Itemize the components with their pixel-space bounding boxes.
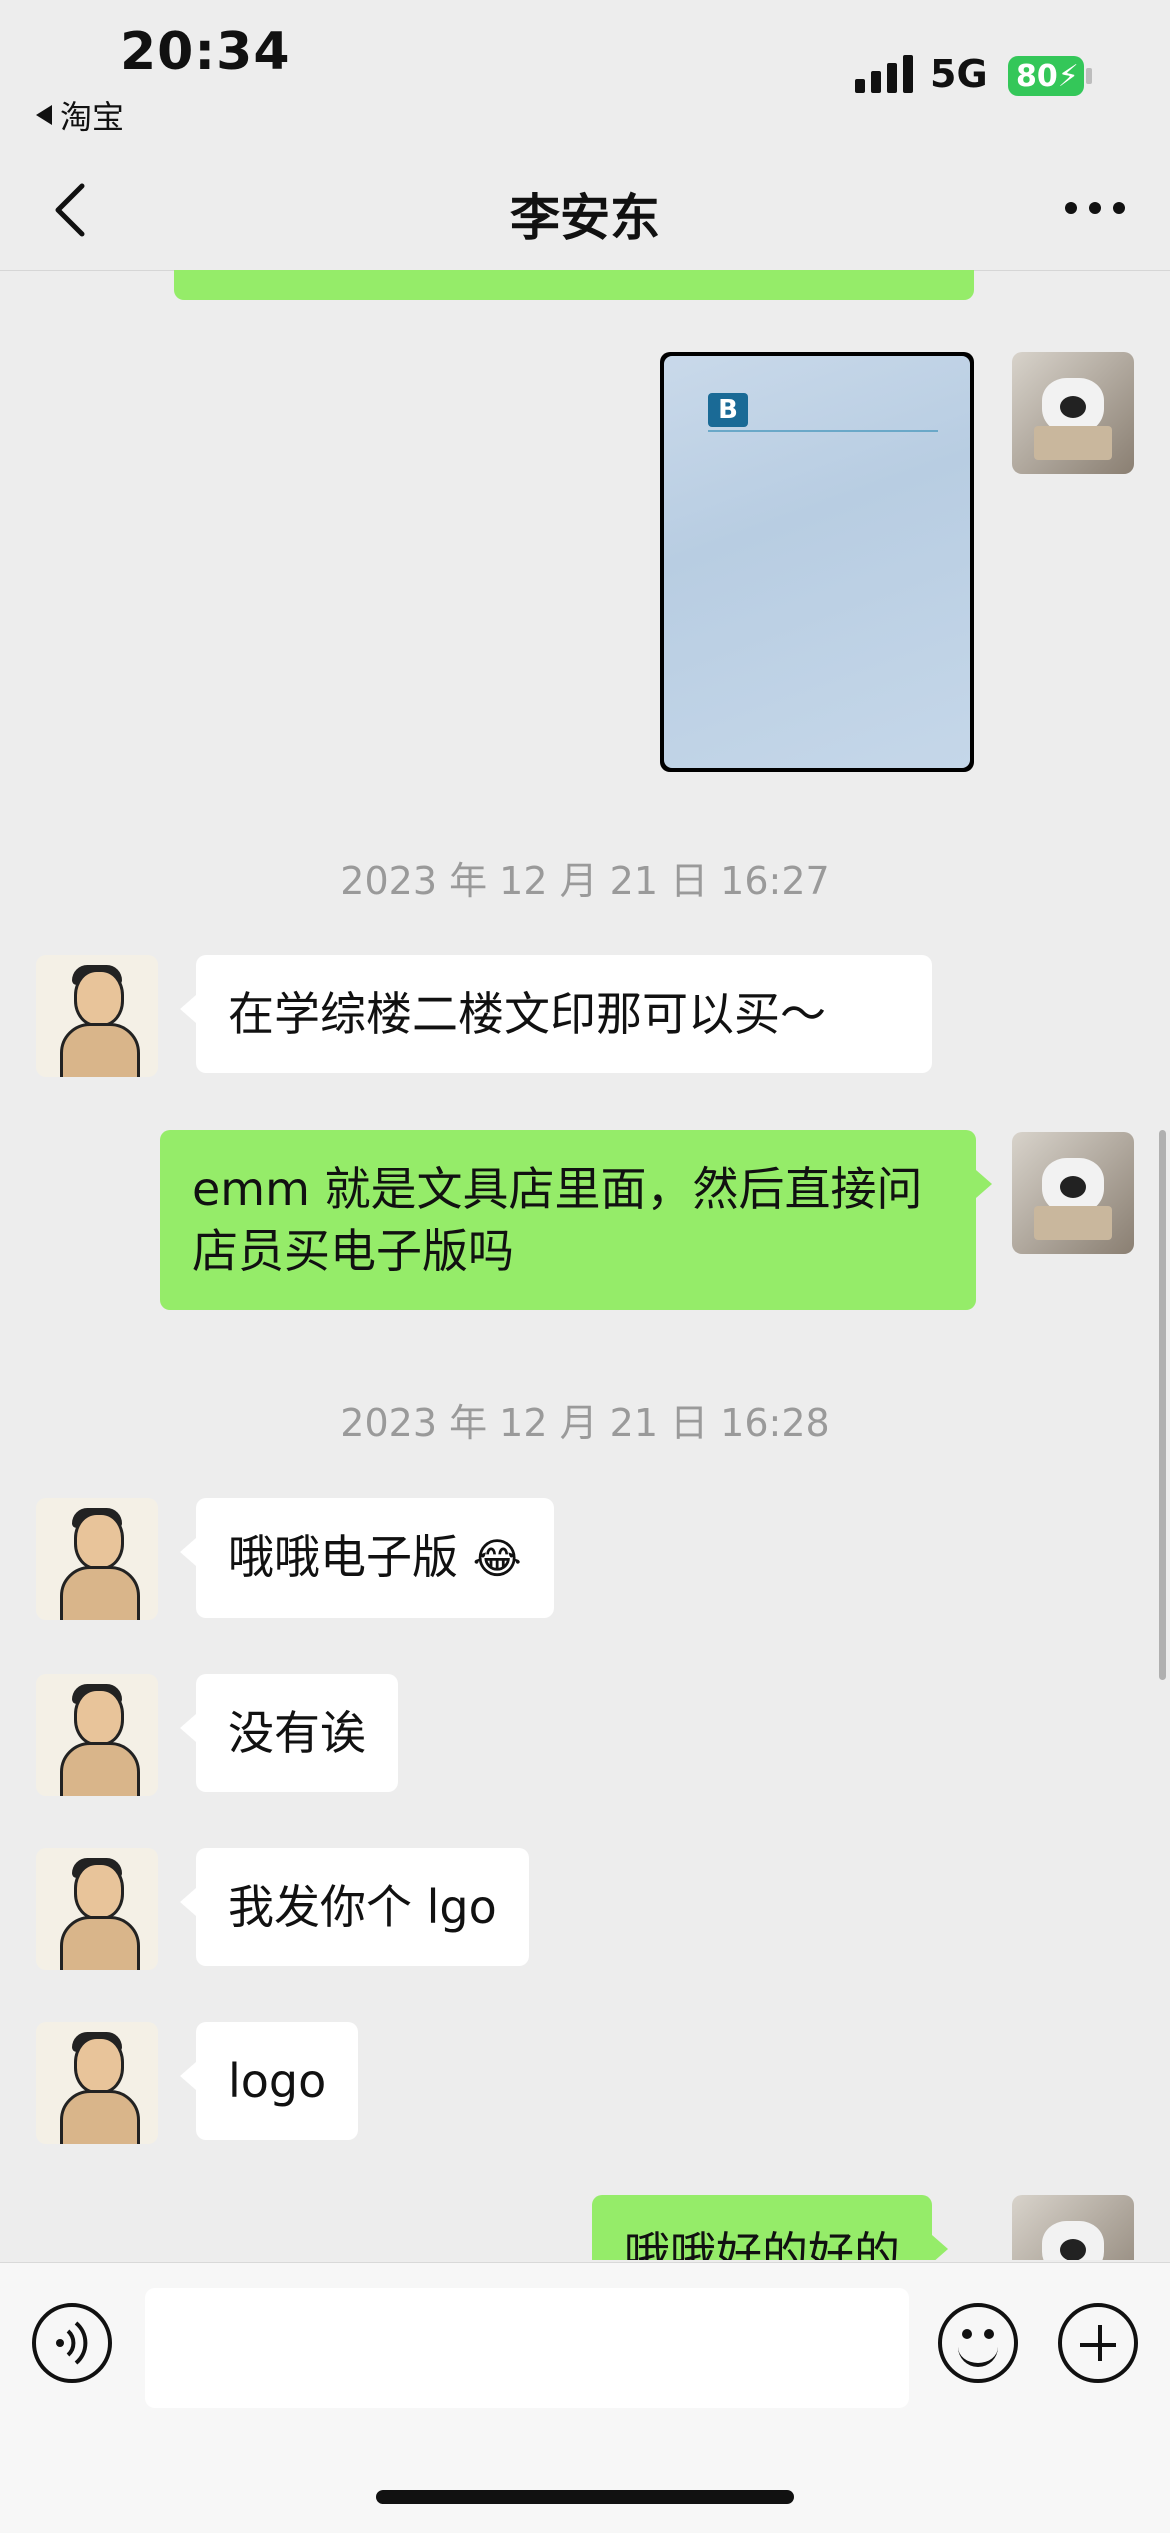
message-input[interactable] bbox=[145, 2288, 909, 2408]
avatar-peer[interactable] bbox=[36, 2022, 158, 2144]
battery-level: 80 bbox=[1016, 58, 1058, 94]
back-to-app-link[interactable]: 淘宝 bbox=[36, 92, 124, 138]
avatar-peer[interactable] bbox=[36, 955, 158, 1077]
sent-message[interactable]: 哦哦好的好的 bbox=[592, 2195, 948, 2260]
message-timestamp: 2023 年 12 月 21 日 16:27 bbox=[340, 859, 830, 903]
sent-message[interactable]: emm 就是文具店里面，然后直接问店员买电子版吗 bbox=[160, 1130, 992, 1310]
avatar-self[interactable] bbox=[1012, 2195, 1134, 2260]
status-time: 20:34 bbox=[120, 22, 291, 82]
status-bar: 20:34 淘宝 5G 80 ⚡ bbox=[0, 0, 1170, 150]
avatar-peer[interactable] bbox=[36, 1848, 158, 1970]
avatar-peer[interactable] bbox=[36, 1674, 158, 1796]
chat-title: 李安东 bbox=[510, 189, 660, 247]
sent-image-message[interactable]: B bbox=[660, 352, 974, 772]
battery-icon: 80 ⚡ bbox=[1008, 56, 1092, 96]
laughing-emoji-icon: 😂 bbox=[472, 1534, 522, 1583]
received-message[interactable]: 哦哦电子版 😂 bbox=[180, 1498, 554, 1618]
scrollbar-thumb[interactable] bbox=[1159, 1130, 1166, 1680]
university-logo-icon: B bbox=[708, 390, 938, 432]
more-icon bbox=[1065, 202, 1077, 214]
voice-icon bbox=[56, 2321, 88, 2365]
avatar-peer[interactable] bbox=[36, 1498, 158, 1620]
network-label: 5G bbox=[930, 52, 988, 96]
emoji-button[interactable] bbox=[938, 2303, 1018, 2383]
message-text: 哦哦电子版 bbox=[228, 1530, 458, 1584]
more-actions-button[interactable] bbox=[1058, 2303, 1138, 2383]
avatar-self[interactable] bbox=[1012, 352, 1134, 474]
home-indicator[interactable] bbox=[376, 2490, 794, 2504]
back-app-label: 淘宝 bbox=[60, 98, 125, 136]
chat-header: 李安东 bbox=[0, 150, 1170, 271]
received-message[interactable]: logo bbox=[179, 2022, 359, 2140]
received-message[interactable]: 我发你个 lgo bbox=[180, 1848, 529, 1966]
received-message[interactable]: 在学综楼二楼文印那可以买～ bbox=[180, 955, 932, 1073]
message-timestamp: 2023 年 12 月 21 日 16:28 bbox=[340, 1401, 830, 1445]
image-paper: B bbox=[664, 356, 970, 768]
voice-button[interactable] bbox=[32, 2303, 112, 2383]
signal-icon bbox=[855, 55, 913, 93]
back-triangle-icon bbox=[36, 105, 52, 125]
more-button[interactable] bbox=[1065, 202, 1125, 214]
emoji-icon bbox=[958, 2343, 998, 2367]
received-message[interactable]: 没有诶 bbox=[180, 1674, 398, 1792]
avatar-self[interactable] bbox=[1012, 1132, 1134, 1254]
previous-sent-bubble[interactable] bbox=[174, 270, 974, 300]
chat-message-list[interactable]: B 2023 年 12 月 21 日 16:27 在学综楼二楼文印那可以买～ e… bbox=[0, 270, 1170, 2260]
